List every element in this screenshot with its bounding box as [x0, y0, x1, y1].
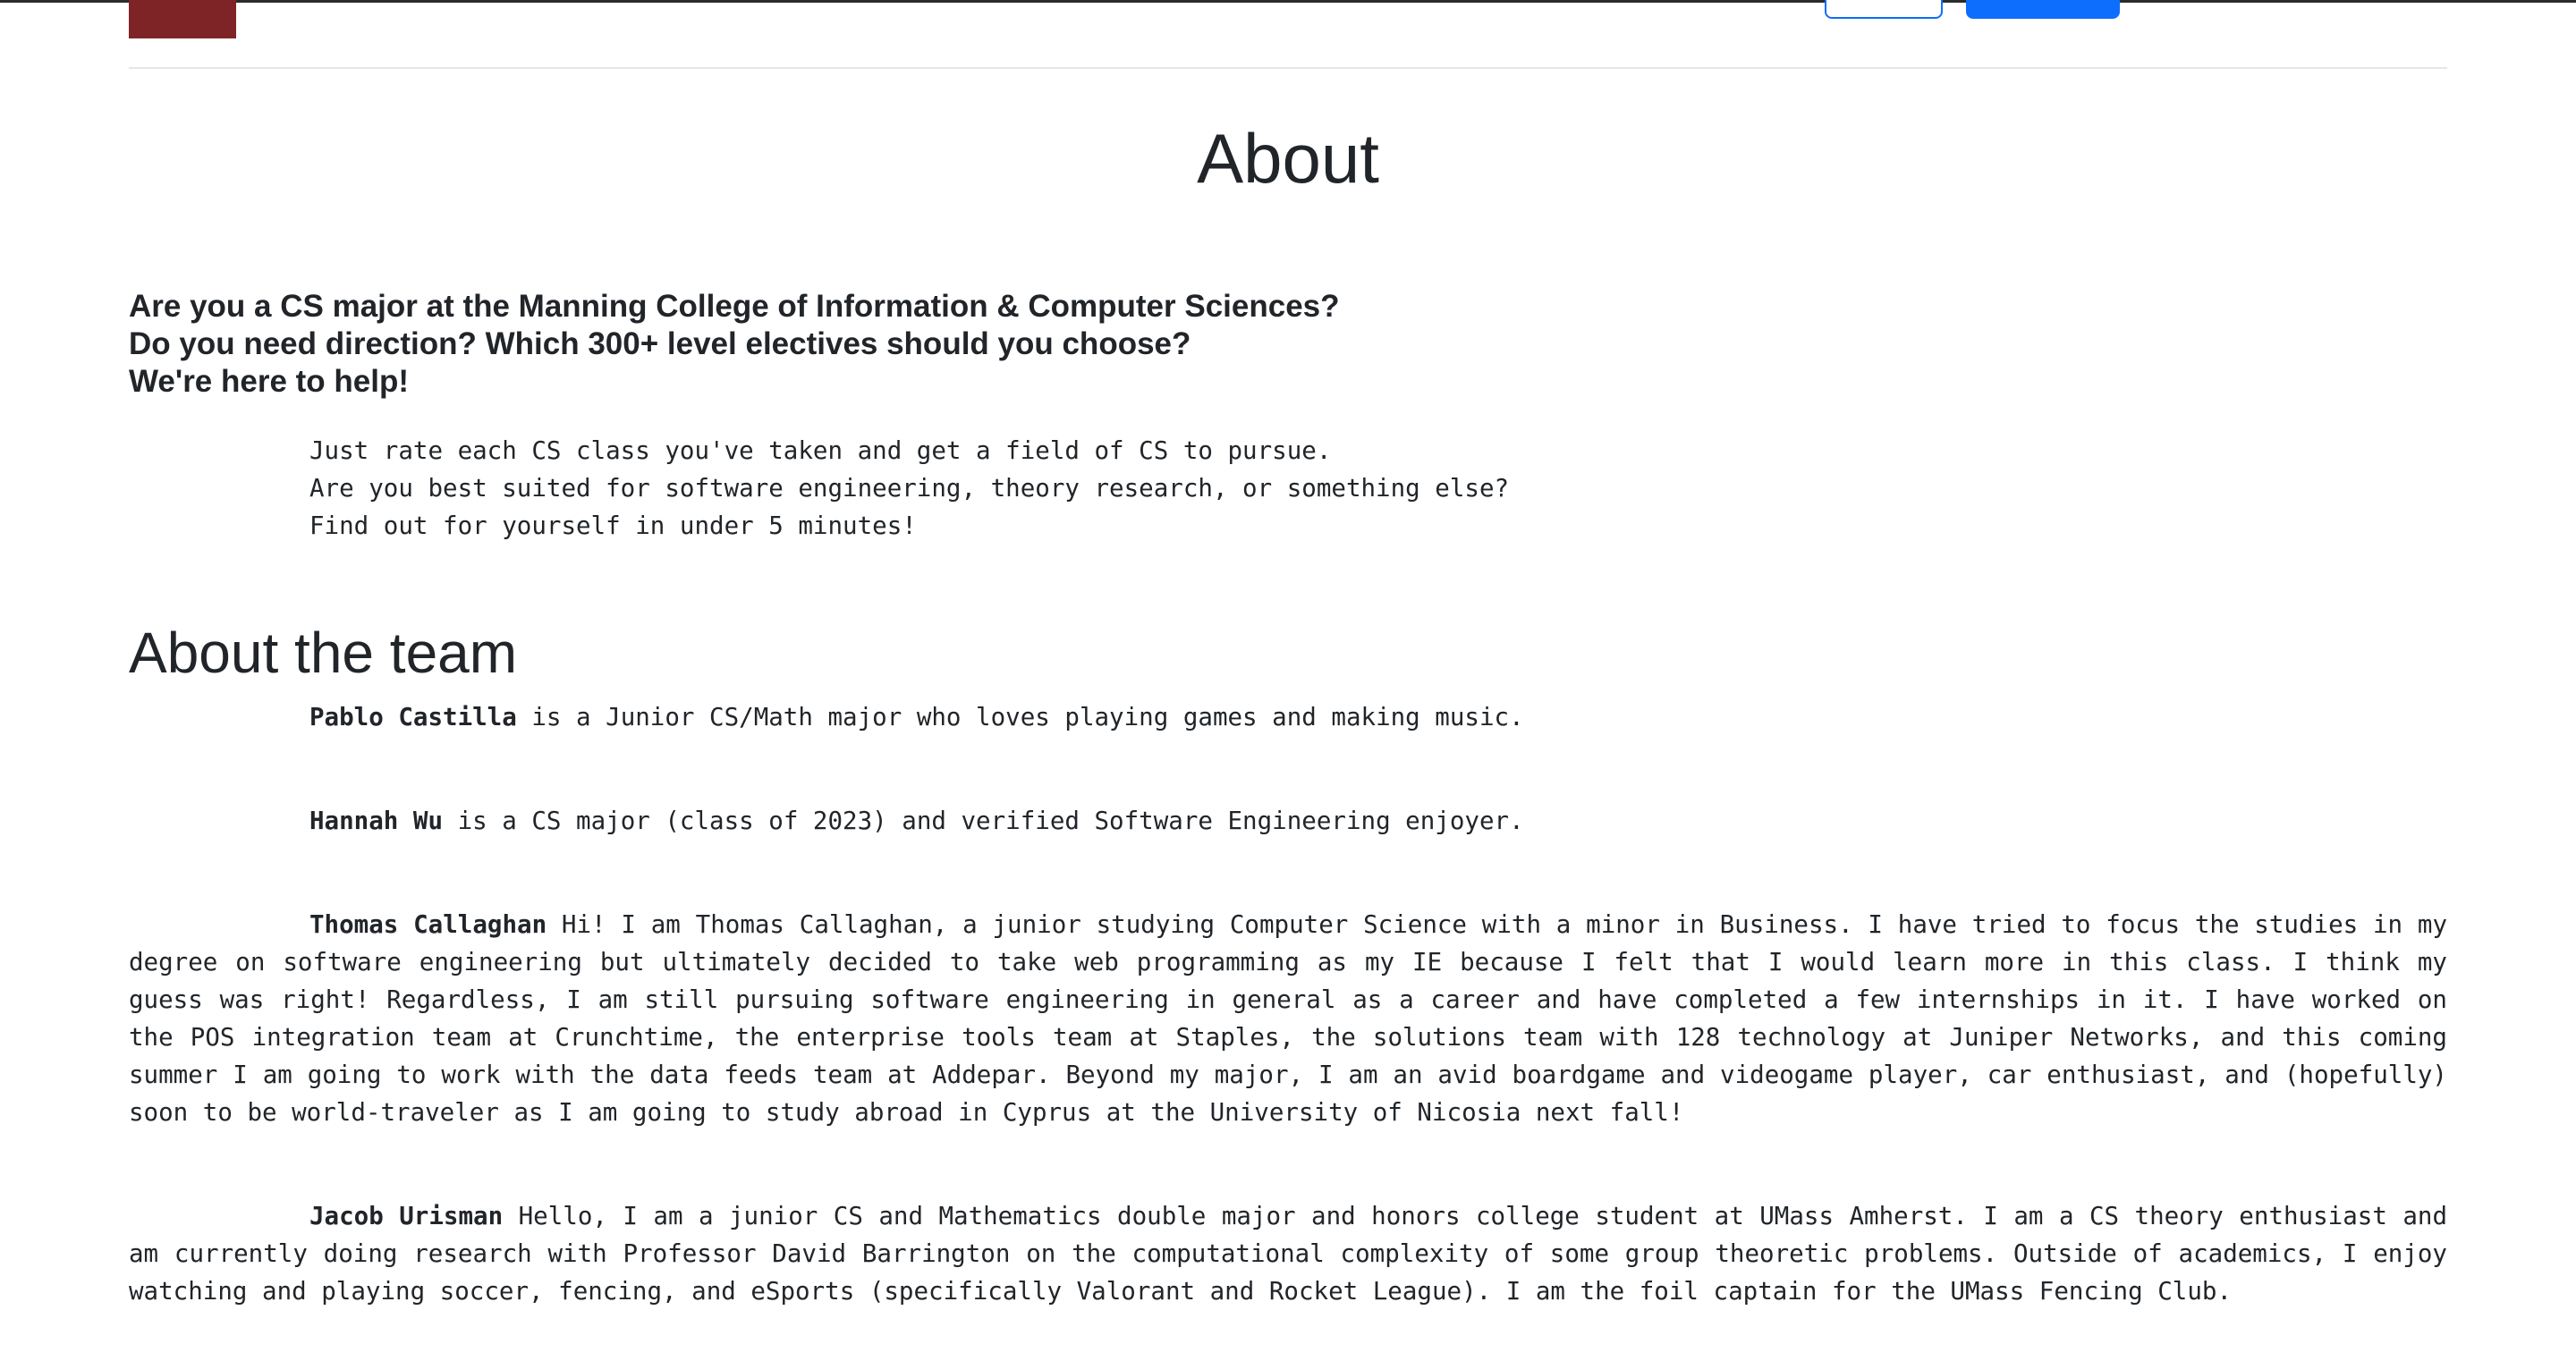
team-bio-thomas: Thomas Callaghan Hi! I am Thomas Callagh…	[129, 906, 2447, 1131]
team-bio-hannah: Hannah Wu is a CS major (class of 2023) …	[129, 802, 2447, 840]
team-member-name: Pablo Castilla	[309, 703, 517, 731]
brand-logo[interactable]	[129, 0, 236, 38]
team-member-name: Hannah Wu	[309, 807, 444, 835]
intro-question-2: Do you need direction? Which 300+ level …	[129, 326, 1191, 361]
team-member-name: Jacob Urisman	[309, 1202, 504, 1230]
nav-primary-button[interactable]	[1966, 0, 2120, 19]
team-member-bio: is a Junior CS/Math major who loves play…	[516, 703, 1524, 731]
pitch-line-3: Find out for yourself in under 5 minutes…	[309, 511, 917, 540]
intro-question-3: We're here to help!	[129, 364, 410, 399]
pitch-line-2: Are you best suited for software enginee…	[309, 474, 1510, 503]
team-bio-jacob: Jacob Urisman Hello, I am a junior CS an…	[129, 1197, 2447, 1310]
team-member-bio: is a CS major (class of 2023) and verifi…	[443, 807, 1524, 835]
nav-outline-button[interactable]	[1825, 0, 1943, 19]
team-bio-pablo: Pablo Castilla is a Junior CS/Math major…	[129, 698, 2447, 736]
intro-question-1: Are you a CS major at the Manning Colleg…	[129, 289, 1340, 324]
team-member-name: Thomas Callaghan	[309, 910, 547, 939]
navbar-divider	[129, 67, 2447, 69]
team-member-bio: Hi! I am Thomas Callaghan, a junior stud…	[129, 910, 2447, 1127]
window-top-border	[0, 0, 2576, 3]
team-heading: About the team	[129, 621, 518, 685]
page-title: About	[1197, 119, 1379, 198]
pitch-line-1: Just rate each CS class you've taken and…	[309, 436, 1332, 465]
